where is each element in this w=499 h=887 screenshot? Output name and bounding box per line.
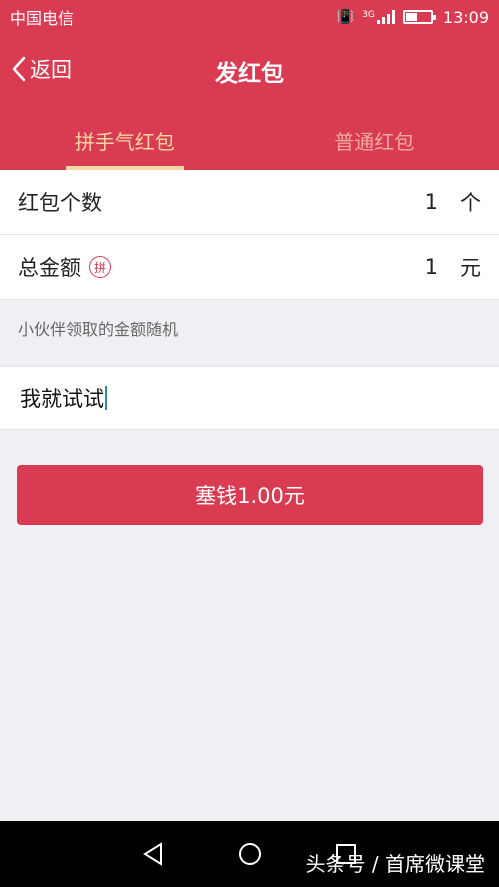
status-bar: 中国电信 📳 3G 13:09 bbox=[0, 0, 499, 34]
nav-back-button[interactable] bbox=[141, 841, 167, 867]
total-amount-row: 总金额 拼 元 bbox=[0, 235, 499, 299]
total-amount-label-text: 总金额 bbox=[18, 256, 81, 280]
signal-icon bbox=[376, 10, 395, 24]
packet-count-label-text: 红包个数 bbox=[18, 191, 102, 215]
packet-count-row: 红包个数 个 bbox=[0, 170, 499, 234]
random-amount-hint: 小伙伴领取的金额随机 bbox=[18, 320, 179, 339]
packet-count-value: 个 bbox=[378, 187, 481, 217]
battery-icon bbox=[402, 10, 436, 24]
watermark: 头条号 / 首席微课堂 bbox=[305, 852, 485, 876]
network-type-label: 3G bbox=[362, 10, 375, 20]
text-cursor bbox=[105, 386, 107, 410]
clock: 13:09 bbox=[442, 7, 489, 27]
packet-count-input[interactable] bbox=[378, 190, 438, 214]
submit-money-button[interactable]: 塞钱1.00元 bbox=[17, 465, 483, 525]
total-amount-value: 元 bbox=[378, 252, 481, 282]
total-amount-input[interactable] bbox=[378, 255, 438, 279]
status-right: 📳 3G 13:09 bbox=[337, 8, 489, 27]
total-amount-unit: 元 bbox=[460, 256, 481, 280]
page-title: 发红包 bbox=[215, 61, 284, 87]
tab-lucky-packet[interactable]: 拼手气红包 bbox=[0, 110, 250, 170]
tab-bar: 拼手气红包 普通红包 bbox=[0, 110, 499, 170]
vibrate-icon: 📳 bbox=[336, 9, 355, 25]
triangle-back-icon bbox=[142, 842, 162, 866]
message-text: 我就试试 bbox=[20, 387, 104, 411]
circle-home-icon bbox=[238, 843, 261, 865]
message-input[interactable]: 我就试试 bbox=[0, 366, 499, 430]
lucky-badge-icon: 拼 bbox=[89, 256, 111, 278]
header: 返回 发红包 拼手气红包 普通红包 bbox=[0, 34, 499, 170]
status-icons: 📳 3G bbox=[336, 9, 436, 25]
row-divider bbox=[0, 299, 499, 300]
total-amount-label: 总金额 拼 bbox=[18, 252, 378, 282]
nav-home-button[interactable] bbox=[237, 841, 263, 867]
tab-label: 拼手气红包 bbox=[74, 129, 175, 154]
packet-count-unit: 个 bbox=[460, 191, 481, 215]
tab-label: 普通红包 bbox=[334, 129, 415, 154]
packet-count-label: 红包个数 bbox=[18, 187, 378, 217]
tab-normal-packet[interactable]: 普通红包 bbox=[250, 110, 499, 170]
carrier-name: 中国电信 bbox=[10, 9, 75, 28]
